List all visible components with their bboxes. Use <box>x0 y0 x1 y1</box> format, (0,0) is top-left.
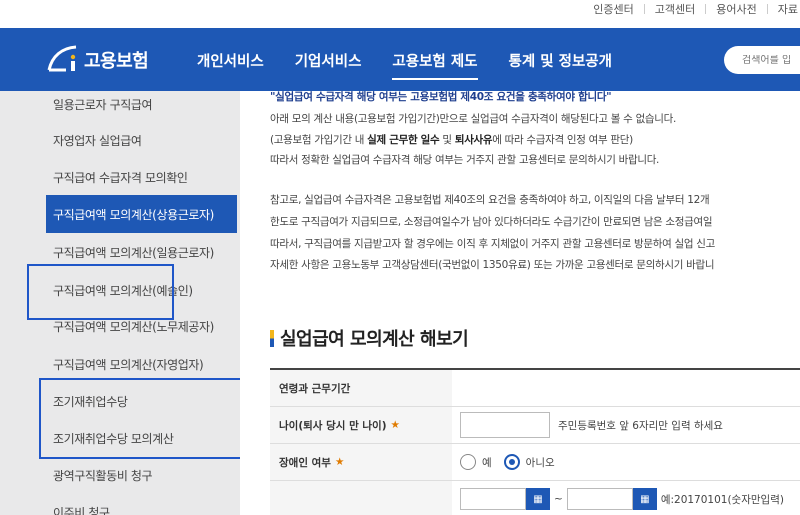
date-range-separator: ~ <box>554 493 563 505</box>
search-input[interactable] <box>742 54 800 66</box>
disability-no-radio[interactable] <box>503 454 520 470</box>
disability-no-label: 아니오 <box>525 456 555 469</box>
site-logo[interactable]: 고용보험 <box>46 44 149 76</box>
sidebar-item-daily-worker-benefit[interactable]: 일용근로자 구직급여 <box>46 85 237 123</box>
form-row-period: ▦ ~ ▦ 예:20170101(숫자만입력) <box>270 481 800 515</box>
notice-line-1: 아래 모의 계산 내용(고용보험 가입기간)만으로 실업급여 수급자격이 해당된… <box>270 113 677 125</box>
sidebar-item-eligibility-check[interactable]: 구직급여 수급자격 모의확인 <box>46 158 237 196</box>
nav-insurance-system[interactable]: 고용보험 제도 <box>392 50 478 80</box>
age-hint: 주민등록번호 앞 6자리만 입력 하세요 <box>558 419 723 432</box>
site-header: 고용보험 개인서비스 기업서비스 고용보험 제도 통계 및 정보공개 <box>0 28 800 91</box>
util-link-glossary[interactable]: 용어사전 <box>706 1 766 17</box>
form-header-label: 연령과 근무기간 <box>270 370 452 406</box>
end-date-input[interactable] <box>566 488 633 510</box>
notice-line-2: (고용보험 가입기간 내 실제 근무한 일수 및 퇴사사유에 따라 수급자격 인… <box>270 134 633 146</box>
form-row-age: 나이(퇴사 당시 만 나이) ★ 주민등록번호 앞 6자리만 입력 하세요 <box>270 407 800 444</box>
calc-form: 연령과 근무기간 나이(퇴사 당시 만 나이) ★ 주민등록번호 앞 6자리만 입… <box>270 368 800 515</box>
utility-bar: 인증센터 고객센터 용어사전 자료 <box>0 0 800 28</box>
logo-icon <box>47 45 77 72</box>
required-mark: ★ <box>334 456 345 468</box>
reference-line-1: 참고로, 실업급여 수급자격은 고용보험법 제40조의 요건을 충족하여야 하고… <box>270 194 710 206</box>
nav-statistics[interactable]: 통계 및 정보공개 <box>509 50 612 77</box>
logo-text: 고용보험 <box>84 51 149 72</box>
required-mark: ★ <box>390 419 400 431</box>
form-row-header: 연령과 근무기간 <box>270 370 800 407</box>
calendar-icon[interactable]: ▦ <box>526 488 550 510</box>
section-title: 실업급여 모의계산 해보기 <box>270 325 469 351</box>
form-row-disability: 장애인 여부 ★ 예 아니오 <box>270 444 800 481</box>
start-date-input[interactable] <box>460 488 526 510</box>
sidebar-item-calc-regular[interactable]: 구직급여액 모의계산(상용근로자) <box>46 195 237 233</box>
reference-line-3: 따라서, 구직급여를 지급받고자 할 경우에는 이직 후 지체없이 거주지 관할… <box>270 238 716 250</box>
age-label: 나이(퇴사 당시 만 나이) ★ <box>270 407 452 443</box>
utility-links: 인증센터 고객센터 용어사전 자료 <box>583 0 800 18</box>
reference-line-2: 한도로 구직급여가 지급되므로, 소정급여일수가 남아 있다하더라도 수급기간이… <box>270 216 713 228</box>
disability-yes-label: 예 <box>482 456 492 469</box>
main-nav: 개인서비스 기업서비스 고용보험 제도 통계 및 정보공개 <box>197 50 643 80</box>
sidebar-item-job-search-cost[interactable]: 광역구직활동비 청구 <box>46 456 237 494</box>
highlight-box-artist <box>27 264 174 320</box>
calendar-icon[interactable]: ▦ <box>632 488 657 510</box>
sidebar-item-relocation-cost[interactable]: 이주비 청구 <box>46 493 237 515</box>
sidebar-item-self-employed-benefit[interactable]: 자영업자 실업급여 <box>46 121 237 159</box>
date-hint: 예:20170101(숫자만입력) <box>660 493 784 506</box>
nav-personal[interactable]: 개인서비스 <box>197 50 264 77</box>
notice-line-3: 따라서 정확한 실업급여 수급자격 해당 여부는 거주지 관할 고용센터로 문의… <box>270 154 660 166</box>
nav-business[interactable]: 기업서비스 <box>295 50 362 77</box>
disability-label: 장애인 여부 ★ <box>270 444 452 480</box>
main-content: "실업급여 수급자격 해당 여부는 고용보험법 제40조 요건을 충족하여야 합… <box>240 91 800 515</box>
util-link-customer[interactable]: 고객센터 <box>645 1 705 17</box>
notice-headline: "실업급여 수급자격 해당 여부는 고용보험법 제40조 요건을 충족하여야 합… <box>270 91 612 103</box>
util-link-cert[interactable]: 인증센터 <box>583 1 643 17</box>
age-input[interactable] <box>460 412 550 438</box>
disability-yes-radio[interactable] <box>460 454 476 470</box>
section-title-bar <box>270 329 274 347</box>
reference-line-4: 자세한 사항은 고용노동부 고객상담센터(국번없이 1350유료) 또는 가까운… <box>270 259 715 271</box>
highlight-box-early-reemployment <box>39 378 250 459</box>
util-link-data[interactable]: 자료 <box>768 1 800 17</box>
search-box <box>724 46 800 74</box>
